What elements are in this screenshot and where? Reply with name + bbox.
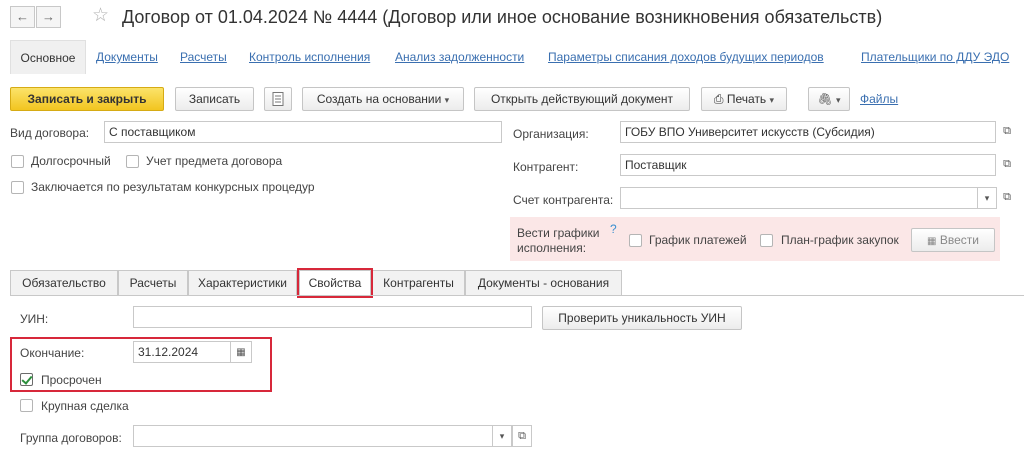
check-uin-button[interactable]: Проверить уникальность УИН [542,306,742,330]
major-deal-label: Крупная сделка [41,399,129,413]
payment-schedule-label: График платежей [649,233,747,247]
tab-obligation[interactable]: Обязательство [10,270,118,296]
calendar-icon: ▦ [927,236,937,247]
document-list-button[interactable] [264,87,292,111]
arrow-right-icon: → [42,9,55,24]
save-and-close-button[interactable]: Записать и закрыть [10,87,164,111]
tab-basis-documents[interactable]: Документы - основания [465,270,622,296]
apply-schedules-button[interactable]: ▦ Ввести [911,228,995,252]
subject-accounting-label: Учет предмета договора [146,154,283,168]
open-form-icon: ⧉ [1003,158,1011,170]
highlight-end-date-section [10,337,272,392]
open-form-icon: ⧉ [518,430,526,442]
tab-payments[interactable]: Расчеты [118,270,188,296]
payment-schedule-checkbox[interactable] [629,234,642,247]
top-navigation: Основное Документы Расчеты Контроль испо… [0,40,1024,74]
schedules-label-line1: Вести графики [517,226,600,240]
uin-field[interactable] [133,306,532,328]
uin-label: УИН: [20,312,49,326]
arrow-left-icon: ← [16,9,29,24]
document-icon [272,92,284,106]
counterparty-account-label: Счет контрагента: [513,193,614,207]
organization-field[interactable]: ГОБУ ВПО Университет искусств (Субсидия) [620,121,996,143]
long-term-label: Долгосрочный [31,154,111,168]
contract-group-dropdown[interactable]: ▾ [492,425,512,447]
create-based-on-button[interactable]: Создать на основании ▾ [302,87,464,111]
nav-execution-control[interactable]: Контроль исполнения [249,50,370,64]
save-button[interactable]: Записать [175,87,254,111]
chevron-down-icon: ▾ [769,95,775,105]
open-organization-button[interactable]: ⧉ [997,121,1017,143]
nav-documents[interactable]: Документы [96,50,158,64]
tab-characteristics[interactable]: Характеристики [188,270,297,296]
major-deal-checkbox[interactable] [20,399,33,412]
tab-counterparties[interactable]: Контрагенты [372,270,465,296]
nav-debt-analysis[interactable]: Анализ задолженности [395,50,524,64]
chevron-down-icon: ▾ [836,95,841,105]
files-link[interactable]: Файлы [860,92,898,106]
back-button[interactable]: ← [10,6,35,28]
contract-type-field[interactable]: С поставщиком [104,121,502,143]
purchase-plan-checkbox[interactable] [760,234,773,247]
attach-button[interactable]: 🖇 ▾ [808,87,850,111]
organization-label: Организация: [513,127,589,141]
tender-based-label: Заключается по результатам конкурсных пр… [31,180,315,194]
chevron-down-icon: ▾ [499,431,505,441]
counterparty-field[interactable]: Поставщик [620,154,996,176]
open-counterparty-button[interactable]: ⧉ [997,154,1017,176]
subject-accounting-checkbox[interactable] [126,155,139,168]
open-form-icon: ⧉ [1003,125,1011,137]
open-account-button[interactable]: ⧉ [997,187,1017,209]
counterparty-account-dropdown[interactable]: ▾ [977,187,997,209]
page-title: Договор от 01.04.2024 № 4444 (Договор ил… [122,7,883,27]
contract-type-label: Вид договора: [10,126,90,140]
chevron-down-icon: ▾ [444,95,450,105]
chevron-down-icon: ▾ [984,193,990,203]
tab-main[interactable]: Основное [10,40,86,74]
counterparty-account-field[interactable] [620,187,978,209]
counterparty-label: Контрагент: [513,160,579,174]
open-form-icon: ⧉ [1003,191,1011,203]
open-current-document-button[interactable]: Открыть действующий документ [474,87,690,111]
forward-button[interactable]: → [36,6,61,28]
nav-payments[interactable]: Расчеты [180,50,227,64]
print-button[interactable]: ⎙ Печать ▾ [701,87,787,111]
paperclip-icon: 🖇 [817,92,833,106]
favorite-star-icon[interactable]: ☆ [92,5,109,27]
nav-deferred-income-params[interactable]: Параметры списания доходов будущих перио… [548,50,824,64]
schedules-label-line2: исполнения: [517,241,587,255]
contract-group-field[interactable] [133,425,493,447]
open-contract-group-button[interactable]: ⧉ [512,425,532,447]
printer-icon: ⎙ [713,92,724,106]
tender-based-checkbox[interactable] [11,181,24,194]
help-icon[interactable]: ? [610,222,617,236]
long-term-checkbox[interactable] [11,155,24,168]
purchase-plan-label: План-график закупок [781,233,899,247]
nav-ddu-payers[interactable]: Плательщики по ДДУ ЭДО [861,50,1009,64]
highlight-properties-tab [297,268,373,298]
contract-group-label: Группа договоров: [20,431,122,445]
